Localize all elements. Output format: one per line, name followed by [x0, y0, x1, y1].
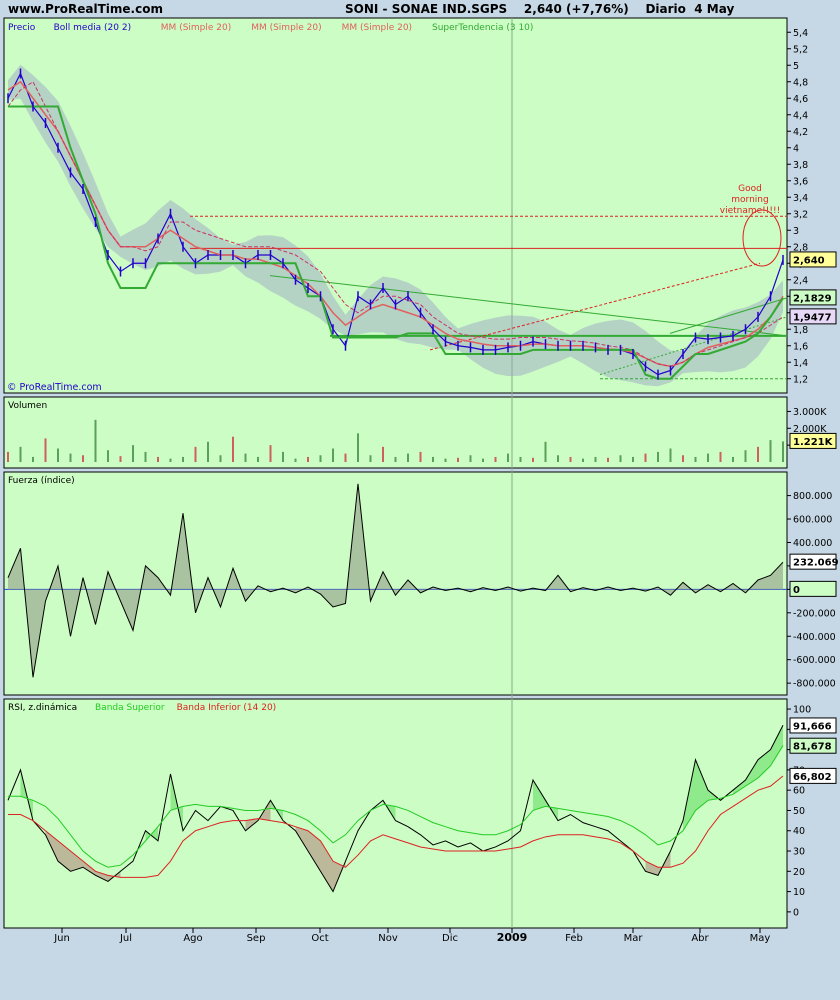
price-y-tick-label: 5,2 [793, 44, 808, 55]
price-value-tag: 2,1829 [793, 293, 832, 304]
price-y-tick-label: 5 [793, 61, 799, 72]
rsi-value-tag: 81,678 [793, 742, 832, 753]
rsi-y-tick-label: 60 [793, 786, 805, 797]
price-value-tag: 1,9477 [793, 312, 832, 323]
annotation-text: vietname!!!!! [720, 206, 780, 216]
price-y-tick-label: 3,8 [793, 160, 808, 171]
rsi-y-tick-label: 10 [793, 887, 805, 898]
price-y-tick-label: 4 [793, 143, 799, 154]
x-tick-label: May [750, 933, 771, 944]
panel-force [3, 471, 788, 696]
price-y-tick-label: 1,4 [793, 358, 808, 369]
rsi-legend-label: Banda Superior [95, 703, 165, 713]
price-y-tick-label: 1,2 [793, 374, 808, 385]
x-tick-label: Nov [378, 933, 398, 944]
price-y-tick-label: 4,6 [793, 94, 808, 105]
force-y-tick-label: -400.000 [793, 632, 836, 643]
force-y-tick-label: 800.000 [793, 491, 832, 502]
price-y-tick-label: 1,6 [793, 341, 808, 352]
legend-label: MM (Simple 20) [251, 23, 321, 33]
force-y-tick-label: 600.000 [793, 515, 832, 526]
x-tick-label: Feb [565, 933, 583, 944]
price-y-tick-label: 3,6 [793, 176, 808, 187]
price-y-tick-label: 2,4 [793, 275, 808, 286]
force-value-tag: 232.069 [793, 558, 839, 569]
x-tick-label: Oct [311, 933, 328, 944]
rsi-legend-label: Banda Inferior (14 20) [177, 703, 277, 713]
annotation-text: morning [731, 195, 768, 205]
force-title: Fuerza (índice) [8, 476, 75, 486]
legend-label: Precio [8, 23, 36, 33]
x-tick-label: Ago [183, 933, 202, 944]
price-y-tick-label: 4,8 [793, 77, 808, 88]
x-tick-label: 2009 [497, 931, 528, 944]
x-tick-label: Dic [442, 933, 458, 944]
rsi-legend-label: RSI, z.dinámica [8, 703, 77, 713]
price-y-tick-label: 5,4 [793, 28, 808, 39]
force-y-tick-label: -200.000 [793, 608, 836, 619]
chart-canvas: Jun Jul Ago Sep Oct Nov Dic 2009 Feb Mar Abr May 5,4… [3, 17, 839, 950]
price-y-tick-label: 4,2 [793, 127, 808, 138]
rsi-value-tag: 66,802 [793, 772, 832, 783]
rsi-y-tick-label: 100 [793, 705, 811, 716]
rsi-y-tick-label: 40 [793, 826, 805, 837]
volume-y-tick-label: 3.000K [793, 407, 827, 418]
price-y-tick-label: 1,8 [793, 325, 808, 336]
rsi-y-tick-label: 50 [793, 806, 805, 817]
force-zero-tag: 0 [793, 585, 800, 596]
x-tick-label: Jun [53, 933, 70, 944]
x-tick-label: Jul [119, 933, 132, 944]
volume-title: Volumen [8, 401, 47, 411]
x-tick-label: Sep [247, 933, 266, 944]
x-tick-label: Abr [691, 933, 709, 944]
watermark-label: © ProRealTime.com [7, 382, 102, 393]
rsi-y-tick-label: 0 [793, 907, 799, 918]
force-y-tick-label: -600.000 [793, 655, 836, 666]
legend-label: MM (Simple 20) [342, 23, 412, 33]
price-y-tick-label: 3 [793, 226, 799, 237]
volume-value-tag: 1.221K [793, 437, 834, 448]
price-y-tick-label: 4,4 [793, 110, 808, 121]
annotation-text: Good [738, 184, 762, 194]
legend-label: MM (Simple 20) [161, 23, 231, 33]
rsi-y-tick-label: 30 [793, 847, 805, 858]
force-y-tick-label: 400.000 [793, 538, 832, 549]
x-tick-label: Mar [624, 933, 644, 944]
legend-label: SuperTendencia (3 10) [432, 23, 533, 33]
force-y-tick-label: -800.000 [793, 679, 836, 690]
rsi-value-tag: 91,666 [793, 721, 832, 732]
price-y-tick-label: 3,4 [793, 193, 808, 204]
price-y-tick-label: 3,2 [793, 209, 808, 220]
price-value-tag: 2,640 [793, 255, 825, 266]
legend-label: Boll media (20 2) [54, 23, 132, 33]
rsi-y-tick-label: 20 [793, 867, 805, 878]
